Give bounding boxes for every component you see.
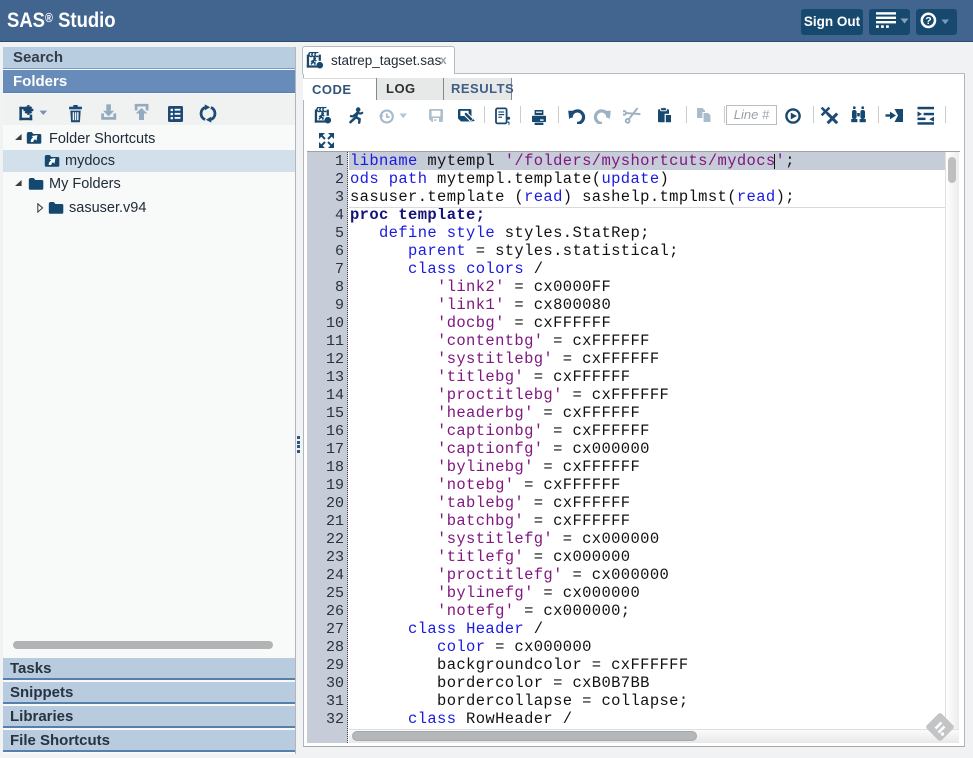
svg-text:?: ? (925, 15, 931, 27)
